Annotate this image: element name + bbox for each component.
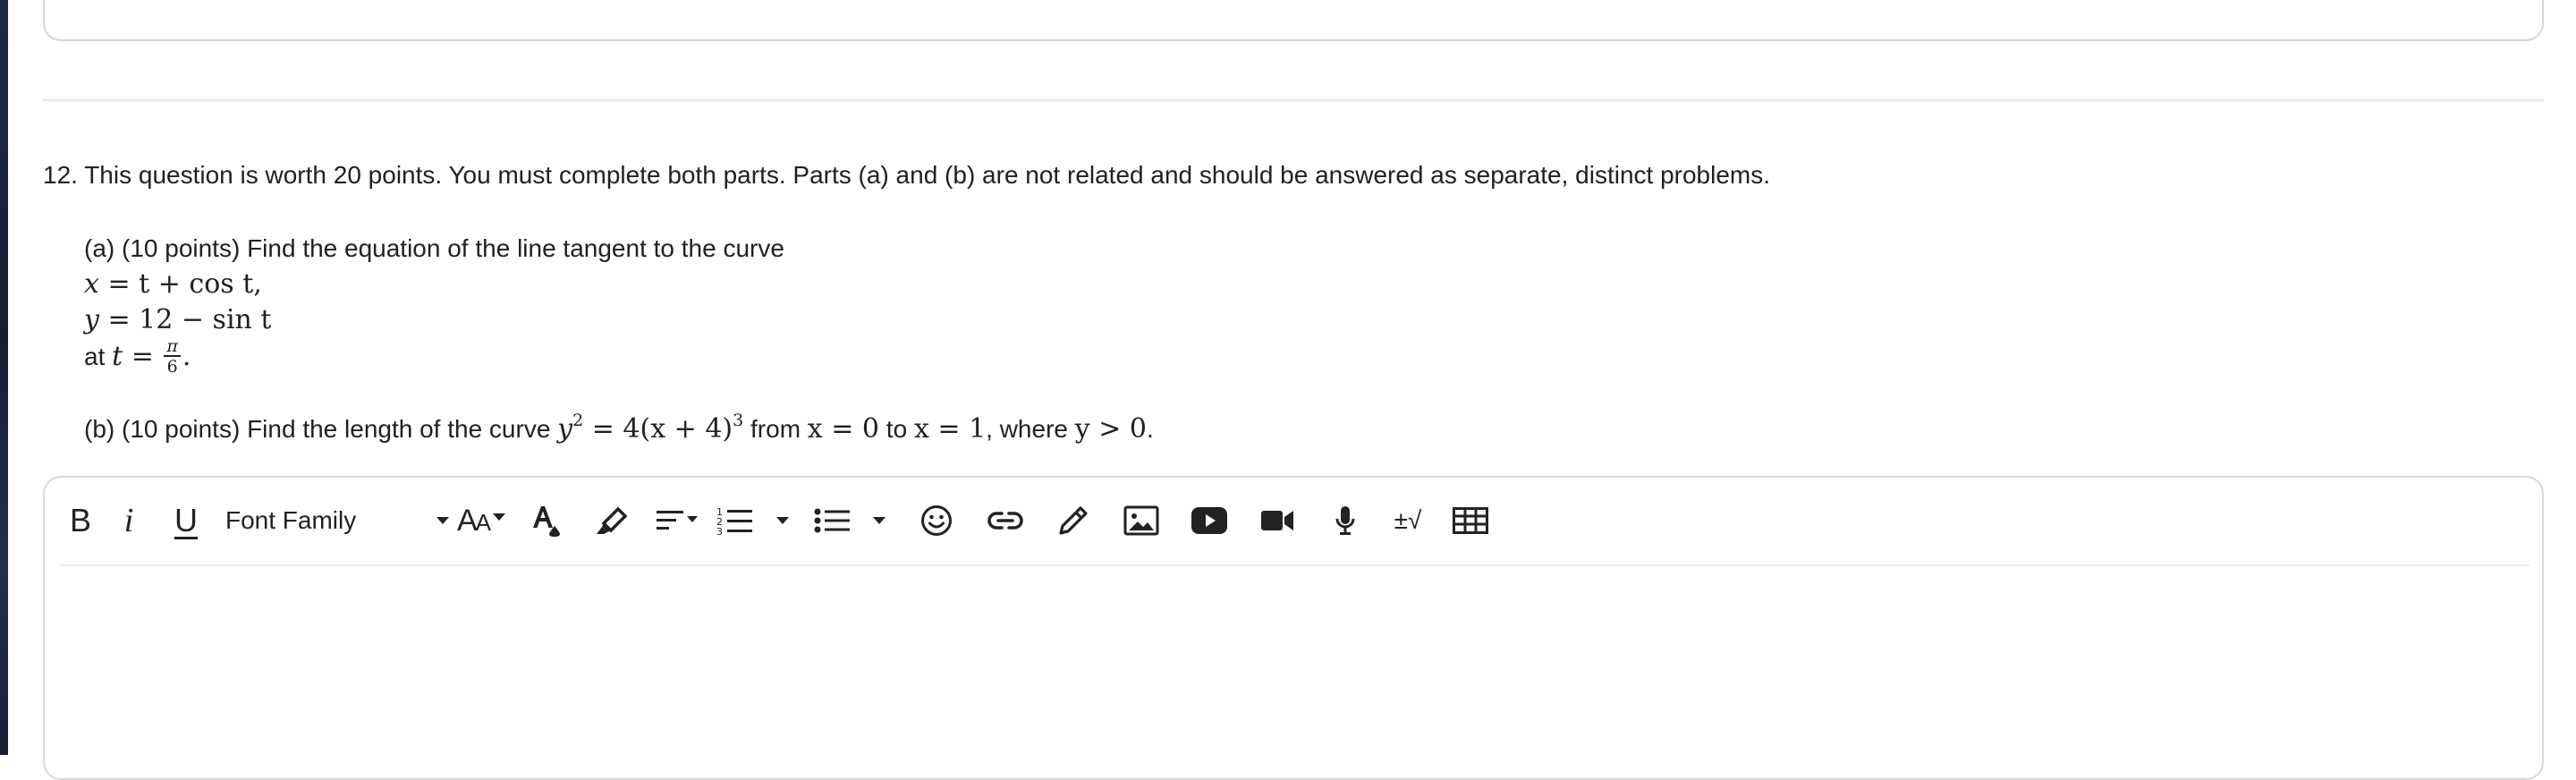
font-family-dropdown[interactable]: Font Family [215, 496, 449, 546]
frac-denominator: 6 [166, 357, 178, 377]
chevron-down-icon [493, 513, 506, 521]
previous-answer-box [43, 0, 2544, 41]
highlight-button[interactable] [578, 496, 646, 546]
eq-x-rest: = t + cos t, [98, 268, 262, 300]
part-b-intro: (b) (10 points) Find the length of the c… [84, 415, 558, 443]
math-equation-button[interactable]: ±√ [1379, 496, 1436, 546]
chevron-down-icon [436, 517, 449, 524]
insert-image-button[interactable] [1107, 496, 1175, 546]
window-edge [0, 0, 8, 755]
svg-text:3: 3 [716, 526, 723, 536]
ordered-list-button[interactable]: 123 [710, 496, 758, 546]
video-icon [1261, 511, 1293, 530]
editor-text-area[interactable] [61, 567, 2526, 778]
curve-equation: = 4(x + 4) [583, 413, 733, 445]
part-b-end: . [1147, 415, 1154, 443]
part-a-intro: (a) (10 points) Find the equation of the… [84, 234, 784, 262]
var-t: t [112, 340, 123, 372]
part-a-at-value: at t = π6. [84, 338, 191, 377]
chevron-down-icon [873, 517, 886, 524]
ordered-list-dropdown[interactable] [758, 496, 807, 546]
part-a-equation-y: y = 12 − sin t [84, 304, 271, 336]
link-icon [987, 512, 1023, 530]
link-button[interactable] [971, 496, 1039, 546]
where-expression: y > 0 [1074, 413, 1148, 445]
unordered-list-icon [814, 508, 850, 533]
curve-y: y [557, 413, 573, 445]
curve-y-exponent: 2 [572, 411, 584, 430]
draw-button[interactable] [1039, 496, 1107, 546]
to-text: to [879, 415, 914, 443]
font-size-icon: AA [456, 503, 491, 538]
where-text: , where [986, 415, 1075, 443]
at-period: . [182, 340, 191, 372]
font-family-label: Font Family [225, 506, 357, 534]
eq-y-rest: = 12 − sin t [98, 304, 272, 335]
video-button[interactable] [1243, 496, 1311, 546]
frac-numerator: π [164, 338, 181, 357]
youtube-button[interactable] [1175, 496, 1243, 546]
ordered-list-icon: 123 [716, 506, 752, 536]
audio-record-button[interactable] [1311, 496, 1379, 546]
editor-toolbar: B i U Font Family AA 123 ±√ [61, 478, 1504, 564]
var-x: x [84, 268, 99, 300]
from-text: from [743, 415, 808, 443]
highlight-icon [597, 506, 628, 534]
at-eq: = [123, 340, 163, 372]
unordered-list-button[interactable] [807, 496, 857, 546]
microphone-icon [1335, 506, 1355, 535]
draw-icon [1059, 506, 1088, 535]
question-header: 12. This question is worth 20 points. Yo… [43, 161, 1771, 189]
insert-table-button[interactable] [1436, 496, 1504, 546]
table-icon [1453, 507, 1488, 534]
question-divider [43, 99, 2544, 101]
curve-exponent: 3 [733, 411, 744, 430]
to-expression: x = 1 [913, 413, 987, 445]
font-size-button[interactable]: AA [449, 496, 513, 546]
align-icon [657, 511, 698, 530]
part-a-equation-x: x = t + cos t, [84, 268, 262, 301]
align-button[interactable] [646, 496, 710, 546]
text-color-button[interactable] [513, 496, 578, 546]
pi-over-6-fraction: π6 [164, 338, 181, 377]
italic-button[interactable]: i [100, 496, 157, 546]
bold-button[interactable]: B [61, 496, 100, 546]
from-expression: x = 0 [807, 413, 880, 445]
underline-button[interactable]: U [157, 496, 215, 546]
emoji-button[interactable] [902, 496, 971, 546]
unordered-list-dropdown[interactable] [857, 496, 902, 546]
emoji-icon [921, 505, 952, 536]
part-b-text: (b) (10 points) Find the length of the c… [84, 411, 1154, 448]
youtube-icon [1191, 507, 1227, 534]
image-icon [1123, 505, 1159, 536]
chevron-down-icon [776, 517, 789, 524]
var-y: y [84, 304, 99, 335]
answer-editor[interactable]: B i U Font Family AA 123 ±√ [43, 476, 2544, 780]
at-text: at [84, 342, 113, 370]
text-color-icon [533, 506, 560, 537]
toolbar-divider [61, 564, 2529, 566]
